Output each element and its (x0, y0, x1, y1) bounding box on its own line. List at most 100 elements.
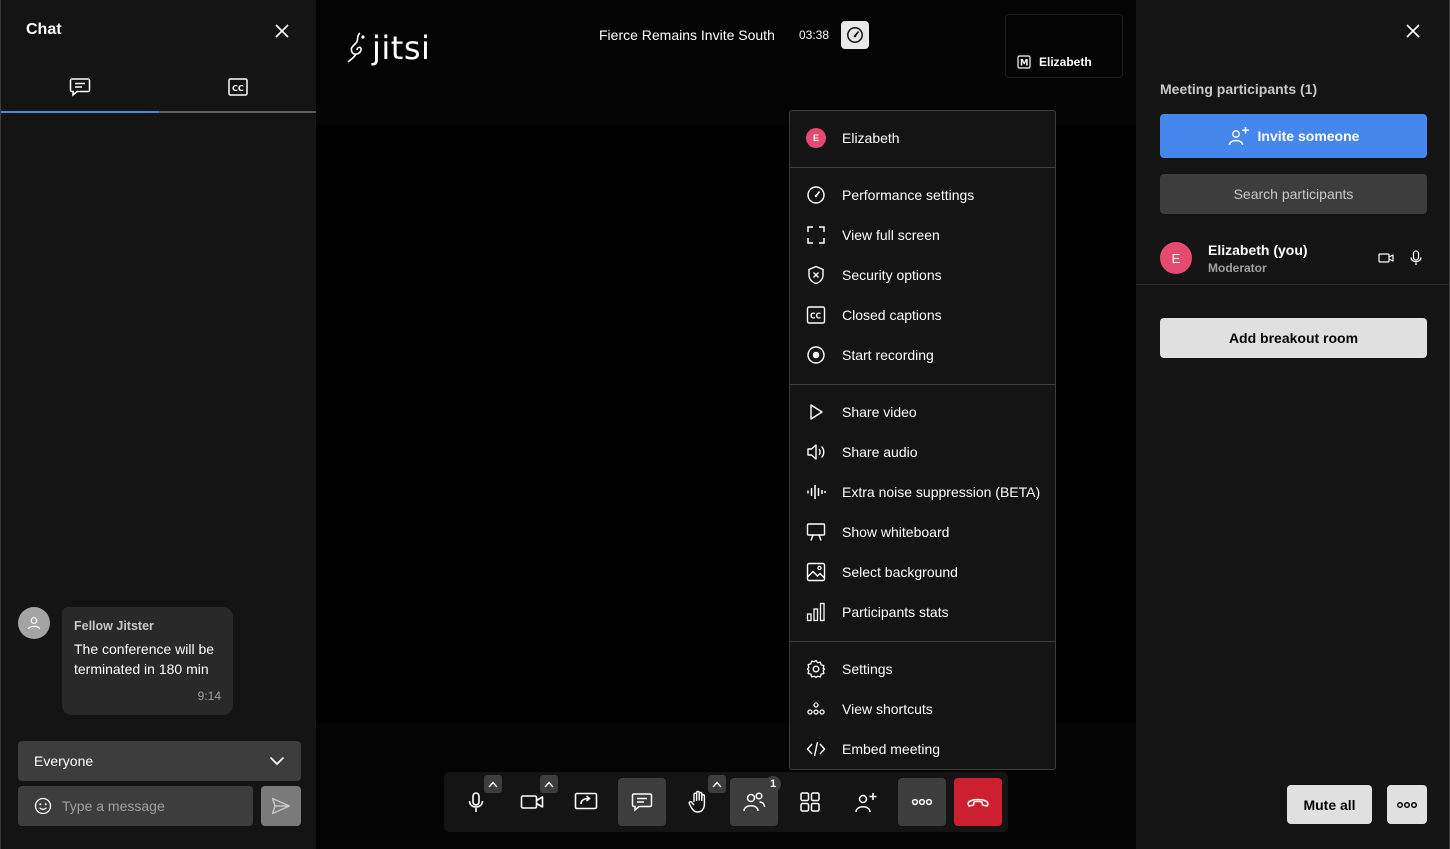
chevron-up-icon (712, 780, 722, 787)
menu-item-label: Elizabeth (842, 130, 900, 146)
recipient-value: Everyone (34, 753, 94, 769)
chevron-down-icon (269, 756, 285, 766)
toolbar-chat-button[interactable] (618, 778, 666, 826)
jitsi-logo-icon (347, 32, 365, 63)
logo-text: jitsi (372, 29, 431, 67)
invite-someone-button[interactable]: Invite someone (1160, 114, 1427, 158)
participants-more-button[interactable] (1387, 785, 1427, 824)
menu-item-performance-settings[interactable]: Performance settings (790, 175, 1055, 215)
menu-item-label: Embed meeting (842, 741, 941, 757)
menu-item-embed-meeting[interactable]: Embed meeting (790, 729, 1055, 769)
emoji-icon[interactable] (34, 797, 52, 815)
hangup-icon (967, 798, 989, 807)
avatar (18, 607, 50, 639)
shortcuts-icon (807, 702, 825, 715)
jitsi-logo[interactable]: jitsi (346, 30, 430, 64)
add-user-icon (1228, 127, 1249, 146)
menu-item-label: Select background (842, 564, 958, 580)
chat-panel: Chat CC Fellow Jitster The conference wi… (0, 0, 317, 849)
menu-item-share-audio[interactable]: Share audio (790, 432, 1055, 472)
menu-item-label: Settings (842, 661, 893, 677)
menu-item-participants-stats[interactable]: Participants stats (790, 592, 1055, 632)
more-actions-menu: E Elizabeth Performance settings View fu… (789, 110, 1056, 770)
bar-chart-icon (806, 602, 825, 622)
menu-divider (790, 641, 1055, 642)
thumbnail-name: Elizabeth (1039, 55, 1092, 69)
menu-item-settings[interactable]: Settings (790, 649, 1055, 689)
menu-item-start-recording[interactable]: Start recording (790, 335, 1055, 375)
leave-meeting-button[interactable] (954, 778, 1002, 826)
jitsi-meeting-window: Chat CC Fellow Jitster The conference wi… (0, 0, 1450, 849)
menu-item-view-shortcuts[interactable]: View shortcuts (790, 689, 1055, 729)
shield-icon (808, 265, 824, 285)
menu-item-security-options[interactable]: Security options (790, 255, 1055, 295)
search-participants-box[interactable] (1160, 174, 1427, 214)
menu-item-noise-suppression[interactable]: Extra noise suppression (BETA) (790, 472, 1055, 512)
participant-mic-status (1407, 249, 1425, 267)
menu-item-closed-captions[interactable]: CC Closed captions (790, 295, 1055, 335)
chat-tabs: CC (1, 62, 317, 113)
menu-item-show-whiteboard[interactable]: Show whiteboard (790, 512, 1055, 552)
tab-chat-messages[interactable] (1, 62, 159, 113)
chat-bubble-icon (631, 793, 653, 812)
close-participants-button[interactable] (1402, 20, 1424, 42)
gauge-icon (847, 27, 863, 43)
search-participants-input[interactable] (1173, 186, 1414, 202)
gear-icon (806, 659, 826, 679)
menu-item-label: Extra noise suppression (BETA) (842, 484, 1041, 500)
tile-view-icon (800, 792, 820, 812)
invite-label: Invite someone (1257, 128, 1360, 144)
recipient-select[interactable]: Everyone (18, 741, 301, 781)
message-input-box[interactable] (18, 786, 253, 826)
menu-item-share-video[interactable]: Share video (790, 392, 1055, 432)
code-icon (806, 741, 826, 757)
participant-role: Moderator (1208, 261, 1267, 275)
reactions-options-button[interactable] (708, 775, 726, 793)
badge-letter: M (1020, 59, 1028, 69)
mute-all-button[interactable]: Mute all (1287, 785, 1372, 824)
participants-count-badge: 1 (765, 776, 781, 792)
meeting-title: Fierce Remains Invite South (599, 27, 775, 43)
share-screen-icon (574, 792, 598, 810)
add-breakout-room-button[interactable]: Add breakout room (1160, 318, 1427, 358)
more-actions-button[interactable] (898, 778, 946, 826)
image-icon (806, 562, 826, 582)
menu-divider (790, 167, 1055, 168)
audio-options-button[interactable] (484, 775, 502, 793)
svg-text:CC: CC (810, 312, 822, 321)
message-sender: Fellow Jitster (74, 619, 154, 633)
close-chat-button[interactable] (271, 20, 293, 42)
share-screen-button[interactable] (562, 778, 610, 826)
meeting-timer: 03:38 (799, 28, 830, 42)
record-icon (807, 346, 825, 364)
tile-view-button[interactable] (786, 778, 834, 826)
more-horizontal-icon (911, 798, 933, 806)
message-input[interactable] (62, 798, 232, 814)
menu-item-profile[interactable]: E Elizabeth (790, 118, 1055, 158)
chevron-up-icon (544, 780, 554, 787)
cc-icon: CC (228, 77, 248, 96)
waveform-icon (807, 485, 826, 499)
participant-name: Elizabeth (you) (1208, 242, 1308, 258)
menu-item-label: Show whiteboard (842, 524, 950, 540)
whiteboard-icon (806, 523, 826, 541)
menu-item-select-background[interactable]: Select background (790, 552, 1055, 592)
menu-item-label: Participants stats (842, 604, 949, 620)
close-icon (1406, 24, 1420, 38)
tab-closed-captions[interactable]: CC (159, 62, 317, 111)
invite-people-button[interactable] (842, 778, 890, 826)
video-options-button[interactable] (540, 775, 558, 793)
local-video-thumbnail[interactable]: M Elizabeth (1005, 14, 1123, 78)
hand-icon (688, 790, 706, 813)
menu-item-label: Security options (842, 267, 942, 283)
fullscreen-icon (807, 226, 825, 244)
participant-camera-status (1377, 249, 1395, 267)
participant-row[interactable]: E Elizabeth (you) Moderator (1136, 232, 1449, 285)
chat-title: Chat (26, 21, 62, 38)
message-text: The conference will be terminated in 180… (74, 641, 215, 677)
menu-item-view-full-screen[interactable]: View full screen (790, 215, 1055, 255)
send-button[interactable] (261, 786, 301, 826)
speaker-icon (807, 444, 825, 460)
connection-performance-button[interactable] (841, 21, 869, 49)
menu-item-label: View full screen (842, 227, 940, 243)
